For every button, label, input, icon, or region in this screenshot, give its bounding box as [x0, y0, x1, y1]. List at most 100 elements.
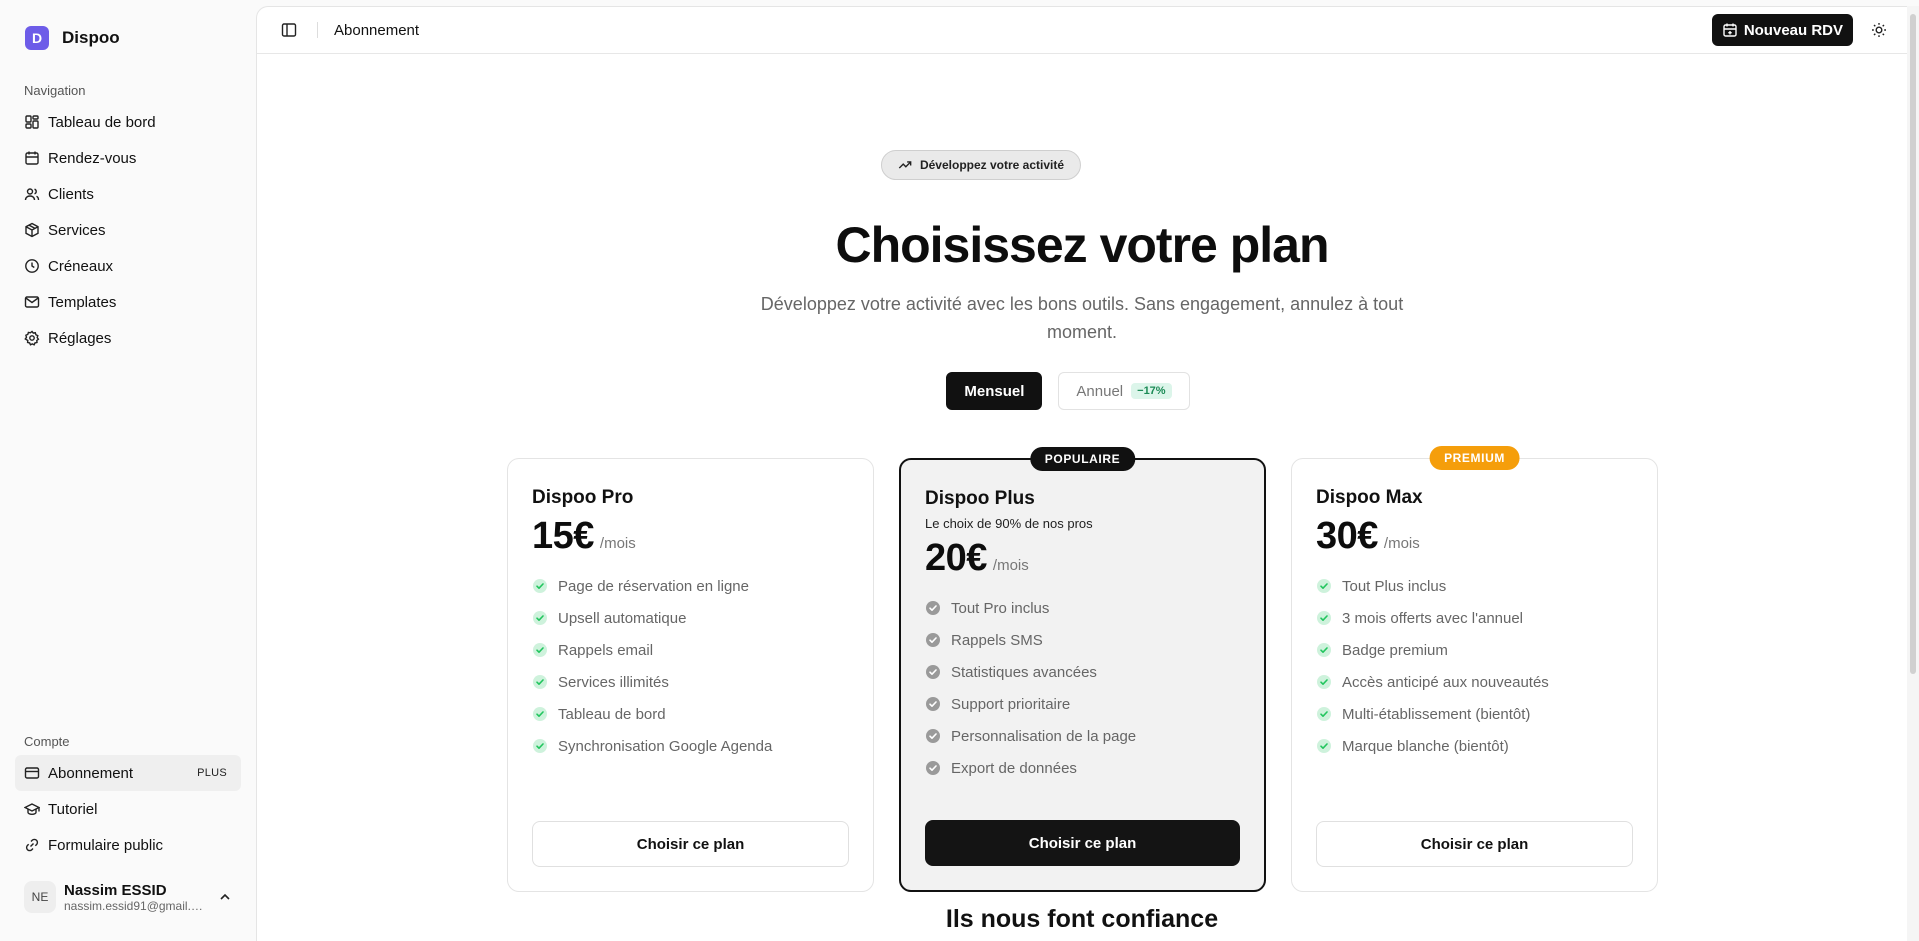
plan-card-max: PREMIUM Dispoo Max 30€ /mois Tout Plus i… — [1291, 446, 1658, 892]
feature-label: Badge premium — [1342, 641, 1448, 659]
popular-badge: POPULAIRE — [1029, 447, 1136, 471]
new-appointment-label: Nouveau RDV — [1743, 21, 1843, 39]
page-title: Choisissez votre plan — [835, 217, 1329, 273]
sidebar-item-slots[interactable]: Créneaux — [15, 248, 241, 284]
mail-icon — [24, 294, 40, 310]
plan-tagline: Le choix de 90% de nos pros — [925, 516, 1093, 531]
sidebar-item-settings[interactable]: Réglages — [15, 320, 241, 356]
feature-item: Rappels SMS — [925, 624, 1240, 656]
user-info: Nassim ESSID nassim.essid91@gmail.com — [64, 882, 208, 913]
user-menu[interactable]: NE Nassim ESSID nassim.essid91@gmail.com — [15, 869, 241, 925]
new-appointment-button[interactable]: Nouveau RDV — [1711, 14, 1853, 46]
check-icon — [532, 642, 548, 658]
nav-group-label: Navigation — [24, 82, 86, 98]
sidebar-item-label: Créneaux — [48, 257, 114, 275]
plan-name: Dispoo Pro — [532, 487, 634, 508]
sidebar-item-label: Réglages — [48, 329, 112, 347]
check-icon — [532, 674, 548, 690]
topbar: Abonnement Nouveau RDV — [257, 7, 1907, 54]
choose-plan-button[interactable]: Choisir ce plan — [532, 821, 849, 867]
sidebar-item-tutorial[interactable]: Tutoriel — [15, 791, 241, 827]
feature-label: Synchronisation Google Agenda — [558, 737, 773, 755]
feature-label: Personnalisation de la page — [951, 727, 1137, 745]
credit-card-icon — [24, 765, 40, 781]
sidebar-item-services[interactable]: Services — [15, 212, 241, 248]
feature-list: Page de réservation en ligne Upsell auto… — [532, 570, 849, 762]
price-row: 30€ /mois — [1316, 515, 1633, 558]
brand[interactable]: D Dispoo — [0, 0, 256, 76]
sidebar-item-label: Abonnement — [48, 764, 134, 782]
plan-period: /mois — [1383, 535, 1420, 552]
sidebar-item-public-form[interactable]: Formulaire public — [15, 827, 241, 863]
feature-list: Tout Pro inclus Rappels SMS Statistiques… — [925, 592, 1240, 784]
plan-name: Dispoo Plus — [925, 488, 1035, 509]
plan-period: /mois — [992, 557, 1029, 574]
check-icon — [925, 664, 941, 680]
feature-item: Synchronisation Google Agenda — [532, 730, 849, 762]
sidebar-item-templates[interactable]: Templates — [15, 284, 241, 320]
growth-pill: Développez votre activité — [880, 150, 1082, 180]
monthly-billing-button[interactable]: Mensuel — [946, 372, 1043, 410]
page-scrollbar[interactable] — [1907, 6, 1919, 941]
top-actions: Nouveau RDV — [1711, 14, 1891, 46]
breadcrumb: Abonnement — [334, 21, 420, 39]
plan-card-plus: POPULAIRE Dispoo Plus Le choix de 90% de… — [899, 447, 1266, 892]
feature-item: Statistiques avancées — [925, 656, 1240, 688]
feature-item: Services illimités — [532, 666, 849, 698]
feature-label: Statistiques avancées — [951, 663, 1097, 681]
plan-price: 30€ — [1316, 515, 1378, 557]
check-icon — [925, 760, 941, 776]
choose-plan-button[interactable]: Choisir ce plan — [1316, 821, 1633, 867]
user-name: Nassim ESSID — [64, 881, 167, 899]
choose-plan-button[interactable]: Choisir ce plan — [925, 820, 1240, 866]
pricing-section: Développez votre activité Choisissez vot… — [257, 54, 1907, 941]
check-icon — [925, 696, 941, 712]
main-nav: Tableau de bord Rendez-vous Clients Serv… — [0, 104, 256, 356]
sidebar-toggle-button[interactable] — [275, 16, 303, 44]
check-icon — [532, 578, 548, 594]
feature-item: Rappels email — [532, 634, 849, 666]
feature-item: Upsell automatique — [532, 602, 849, 634]
clock-icon — [24, 258, 40, 274]
check-icon — [532, 610, 548, 626]
sidebar-item-clients[interactable]: Clients — [15, 176, 241, 212]
check-icon — [532, 706, 548, 722]
plan-period: /mois — [599, 535, 636, 552]
check-icon — [1316, 642, 1332, 658]
feature-label: Accès anticipé aux nouveautés — [1342, 673, 1549, 691]
feature-item: Support prioritaire — [925, 688, 1240, 720]
growth-pill-label: Développez votre activité — [919, 158, 1065, 172]
sidebar-item-label: Clients — [48, 185, 94, 203]
sidebar-item-subscription[interactable]: Abonnement PLUS — [15, 755, 241, 791]
sidebar-item-appointments[interactable]: Rendez-vous — [15, 140, 241, 176]
check-icon — [925, 632, 941, 648]
discount-badge: −17% — [1131, 383, 1172, 399]
plan-card-pro: Dispoo Pro 15€ /mois Page de réservation… — [507, 458, 874, 892]
feature-item: Personnalisation de la page — [925, 720, 1240, 752]
plan-price: 20€ — [925, 537, 987, 579]
theme-toggle-button[interactable] — [1867, 18, 1891, 42]
sidebar-item-dashboard[interactable]: Tableau de bord — [15, 104, 241, 140]
graduation-cap-icon — [24, 801, 40, 817]
feature-item: Badge premium — [1316, 634, 1633, 666]
sun-icon — [1871, 22, 1887, 38]
feature-label: 3 mois offerts avec l'annuel — [1342, 609, 1524, 627]
sidebar-item-label: Tableau de bord — [48, 113, 156, 131]
check-icon — [1316, 610, 1332, 626]
plan-badge: PLUS — [197, 767, 227, 779]
scrollbar-thumb[interactable] — [1910, 14, 1916, 674]
check-icon — [1316, 578, 1332, 594]
sidebar-item-label: Formulaire public — [48, 836, 164, 854]
sidebar: D Dispoo Navigation Tableau de bord Rend… — [0, 0, 256, 941]
yearly-label: Annuel — [1076, 382, 1124, 400]
feature-label: Marque blanche (bientôt) — [1342, 737, 1509, 755]
sidebar-item-label: Services — [48, 221, 106, 239]
yearly-billing-button[interactable]: Annuel −17% — [1058, 372, 1190, 410]
feature-item: Multi-établissement (bientôt) — [1316, 698, 1633, 730]
feature-label: Multi-établissement (bientôt) — [1342, 705, 1531, 723]
billing-toggle: Mensuel Annuel −17% — [257, 372, 1893, 410]
feature-item: Tout Pro inclus — [925, 592, 1240, 624]
feature-list: Tout Plus inclus 3 mois offerts avec l'a… — [1316, 570, 1633, 762]
feature-label: Tout Pro inclus — [951, 599, 1050, 617]
